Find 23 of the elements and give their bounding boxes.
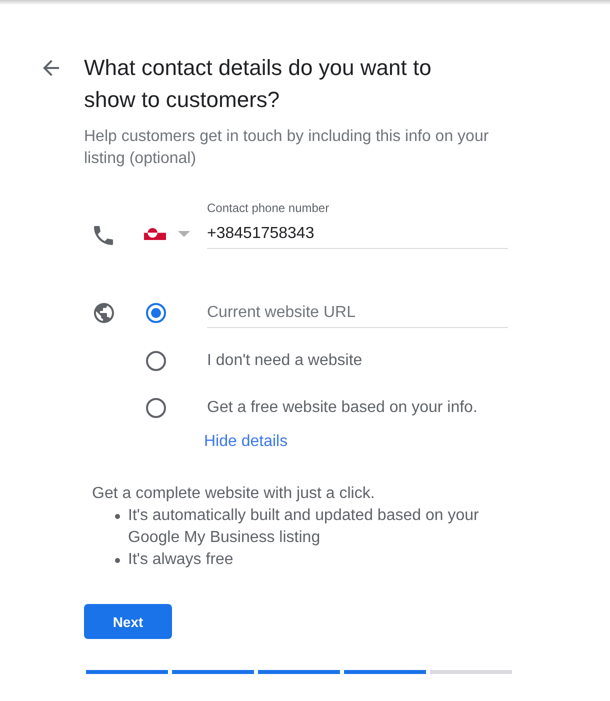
field-label: Contact phone number (207, 201, 330, 215)
page-subtitle: Help customers get in touch by including this info on your listing (optional) (84, 127, 490, 169)
website-url-field[interactable]: Current website URL (207, 298, 508, 328)
back-arrow-icon[interactable] (43, 60, 59, 76)
radio-button[interactable] (146, 398, 166, 418)
option-label: I don't need a website (207, 350, 362, 370)
option-label: Get a free website based on your info. (207, 398, 478, 418)
phone-number-field[interactable]: +38451758343 (207, 215, 508, 249)
details-intro: Get a complete website with just a click. (92, 484, 375, 504)
bullet-text: It's always free (128, 550, 234, 570)
page-title: What contact details do you want to show to customers? (84, 54, 432, 114)
flag-icon (144, 228, 166, 240)
radio-button[interactable] (146, 350, 166, 370)
phone-icon (94, 226, 113, 244)
bullet-icon (115, 514, 120, 519)
globe-icon (94, 303, 114, 323)
bullet-icon (115, 558, 120, 563)
hide-details-link[interactable]: Hide details (204, 432, 288, 452)
radio-button[interactable] (146, 303, 166, 323)
caret-icon (178, 231, 190, 237)
bullet-text: It's automatically built and updated based on your Google My Business listing (128, 506, 480, 548)
country-dropdown[interactable] (144, 228, 190, 240)
next-button[interactable]: Next (84, 604, 172, 639)
